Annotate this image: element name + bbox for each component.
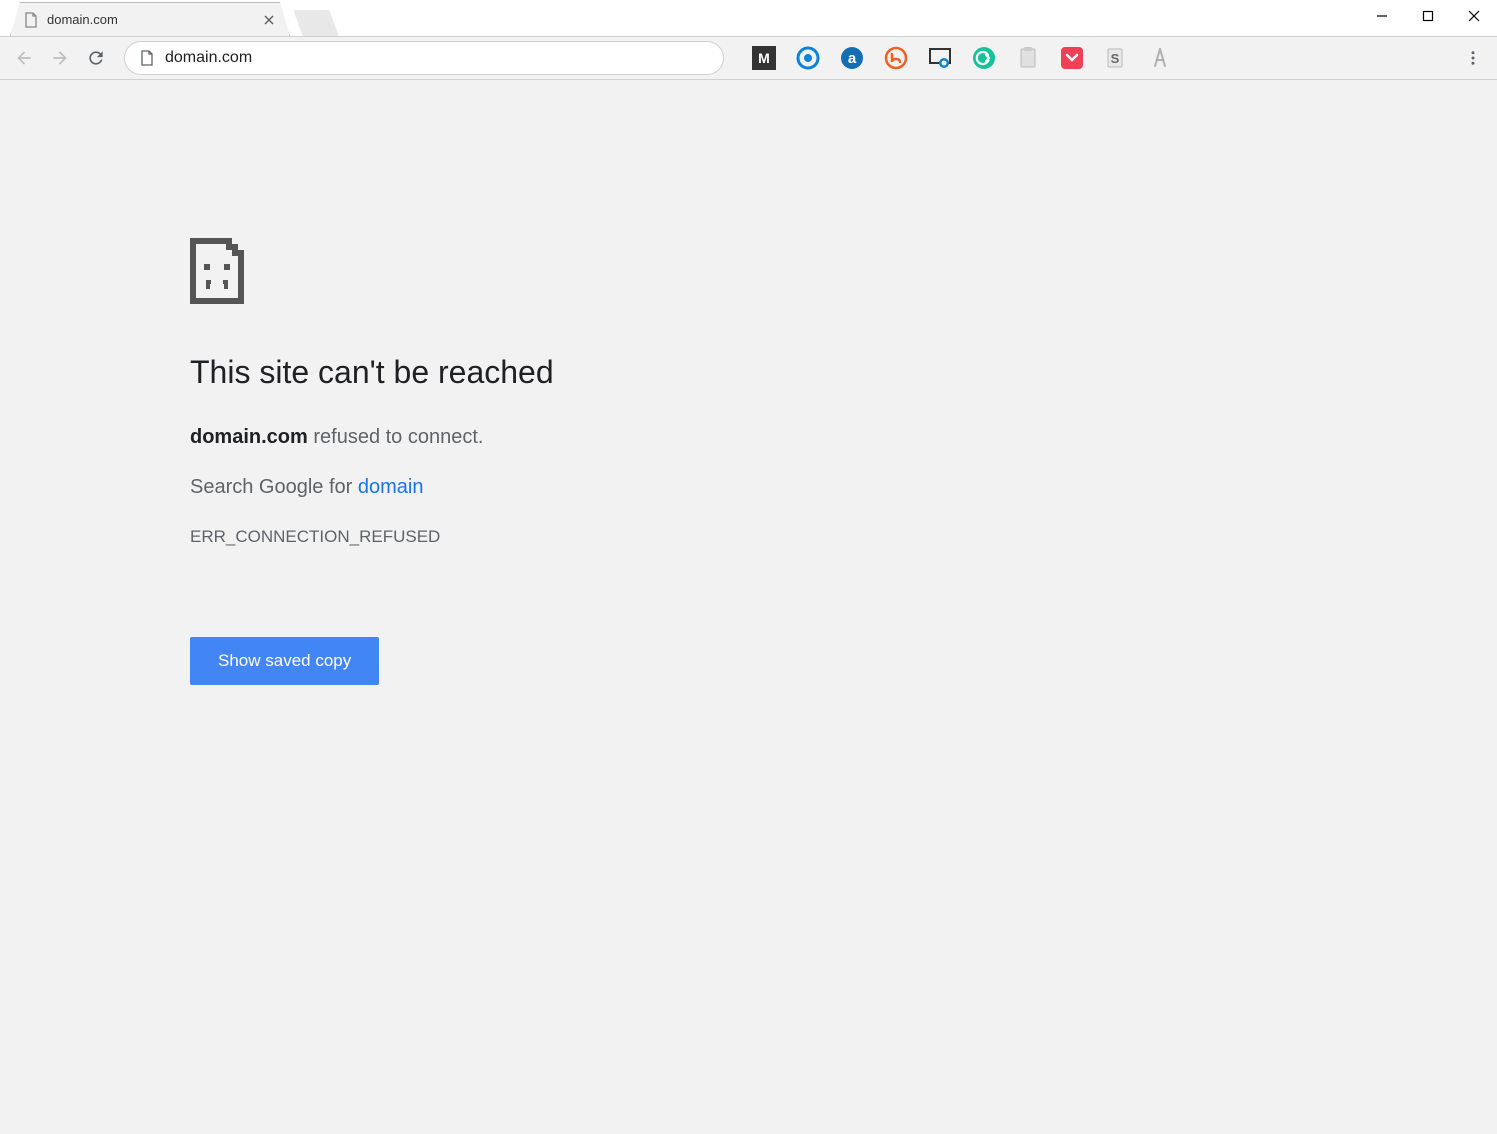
- show-saved-copy-button[interactable]: Show saved copy: [190, 637, 379, 685]
- tab-bar: domain.com: [0, 0, 1497, 36]
- new-tab-button[interactable]: [293, 10, 338, 36]
- error-code: ERR_CONNECTION_REFUSED: [190, 527, 810, 547]
- url-text: domain.com: [165, 49, 709, 67]
- tab-title: domain.com: [47, 12, 261, 27]
- sad-page-icon: [190, 238, 810, 304]
- forward-button[interactable]: [44, 42, 76, 74]
- search-suggestion: Search Google for domain: [190, 476, 810, 499]
- toolbar: domain.com M a S: [0, 36, 1497, 80]
- page-info-icon[interactable]: [139, 50, 155, 66]
- address-bar[interactable]: domain.com: [124, 41, 724, 75]
- svg-text:a: a: [848, 50, 857, 67]
- close-tab-icon[interactable]: [261, 12, 277, 28]
- svg-text:M: M: [758, 50, 770, 66]
- reload-button[interactable]: [80, 42, 112, 74]
- error-message: domain.com refused to connect.: [190, 422, 810, 452]
- extension-screenshot-icon[interactable]: [928, 46, 952, 70]
- window-controls: [1359, 0, 1497, 32]
- page-content: This site can't be reached domain.com re…: [0, 80, 1497, 1134]
- extension-grammarly-icon[interactable]: [972, 46, 996, 70]
- back-button[interactable]: [8, 42, 40, 74]
- maximize-button[interactable]: [1405, 0, 1451, 32]
- extension-bitly-icon[interactable]: [884, 46, 908, 70]
- minimize-button[interactable]: [1359, 0, 1405, 32]
- close-window-button[interactable]: [1451, 0, 1497, 32]
- browser-tab[interactable]: domain.com: [10, 2, 290, 36]
- error-title: This site can't be reached: [190, 352, 810, 394]
- page-icon: [23, 12, 39, 28]
- svg-text:S: S: [1111, 51, 1120, 66]
- extension-amazon-icon[interactable]: a: [840, 46, 864, 70]
- search-prefix: Search Google for: [190, 476, 358, 498]
- extension-megasync-icon[interactable]: M: [752, 46, 776, 70]
- extension-sessionbuddy-icon[interactable]: S: [1104, 46, 1128, 70]
- error-domain: domain.com: [190, 426, 308, 448]
- error-message-suffix: refused to connect.: [308, 426, 484, 448]
- extension-pocket-icon[interactable]: [1060, 46, 1084, 70]
- extensions-area: M a S: [752, 46, 1172, 70]
- extension-clipboard-icon[interactable]: [1016, 46, 1040, 70]
- chrome-menu-button[interactable]: [1457, 42, 1489, 74]
- search-link[interactable]: domain: [358, 476, 424, 498]
- extension-circle-blue-icon[interactable]: [796, 46, 820, 70]
- error-container: This site can't be reached domain.com re…: [190, 238, 810, 685]
- extension-compass-icon[interactable]: [1148, 46, 1172, 70]
